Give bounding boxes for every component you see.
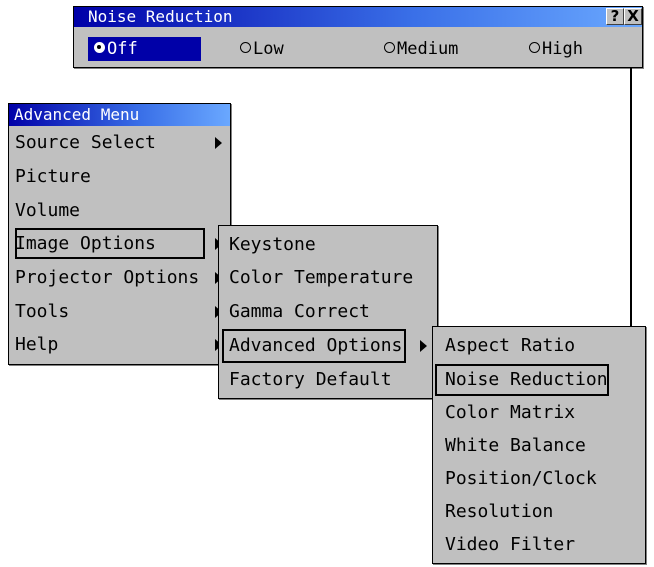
menu-item-color-temperature[interactable]: Color Temperature: [219, 261, 437, 294]
noise-reduction-title: Noise Reduction: [88, 7, 233, 26]
menu-item-factory-default[interactable]: Factory Default: [219, 363, 437, 396]
menu-item-projector-options[interactable]: Projector Options: [9, 261, 230, 294]
advanced-menu-title: Advanced Menu: [9, 104, 230, 126]
menu-item-color-matrix[interactable]: Color Matrix: [433, 396, 645, 429]
menu-item-volume[interactable]: Volume: [9, 194, 230, 227]
menu-item-keystone[interactable]: Keystone: [219, 228, 437, 261]
advanced-menu: Advanced Menu Source Select Picture Volu…: [8, 103, 231, 365]
menu-item-gamma-correct[interactable]: Gamma Correct: [219, 295, 437, 328]
submenu-arrow-icon: [420, 340, 427, 352]
radio-icon: [240, 41, 251, 53]
menu-item-source-select[interactable]: Source Select: [9, 126, 230, 159]
image-options-menu: Keystone Color Temperature Gamma Correct…: [218, 225, 438, 399]
help-button[interactable]: ?: [606, 8, 624, 25]
selection-highlight: [15, 228, 205, 259]
radio-option-off[interactable]: Off: [88, 37, 201, 61]
noise-reduction-titlebar: Noise Reduction ? X: [74, 7, 642, 27]
radio-option-medium[interactable]: Medium: [384, 37, 458, 61]
selection-highlight: [435, 364, 609, 396]
advanced-options-menu: Aspect Ratio Noise Reduction Color Matri…: [432, 326, 646, 564]
radio-icon: [529, 41, 540, 53]
menu-item-picture[interactable]: Picture: [9, 160, 230, 193]
selection-highlight: [222, 329, 406, 363]
menu-item-tools[interactable]: Tools: [9, 295, 230, 328]
menu-item-help[interactable]: Help: [9, 328, 230, 361]
noise-reduction-dialog: Noise Reduction ? X Off Low Medium High: [73, 6, 643, 68]
menu-item-position-clock[interactable]: Position/Clock: [433, 462, 645, 495]
menu-item-video-filter[interactable]: Video Filter: [433, 528, 645, 561]
submenu-arrow-icon: [215, 137, 222, 149]
radio-icon: [384, 41, 395, 53]
menu-item-resolution[interactable]: Resolution: [433, 495, 645, 528]
radio-selected-icon: [94, 41, 105, 53]
menu-item-white-balance[interactable]: White Balance: [433, 429, 645, 462]
radio-option-high[interactable]: High: [529, 37, 583, 61]
close-button[interactable]: X: [624, 8, 642, 25]
radio-option-low[interactable]: Low: [240, 37, 284, 61]
menu-item-aspect-ratio[interactable]: Aspect Ratio: [433, 329, 645, 362]
